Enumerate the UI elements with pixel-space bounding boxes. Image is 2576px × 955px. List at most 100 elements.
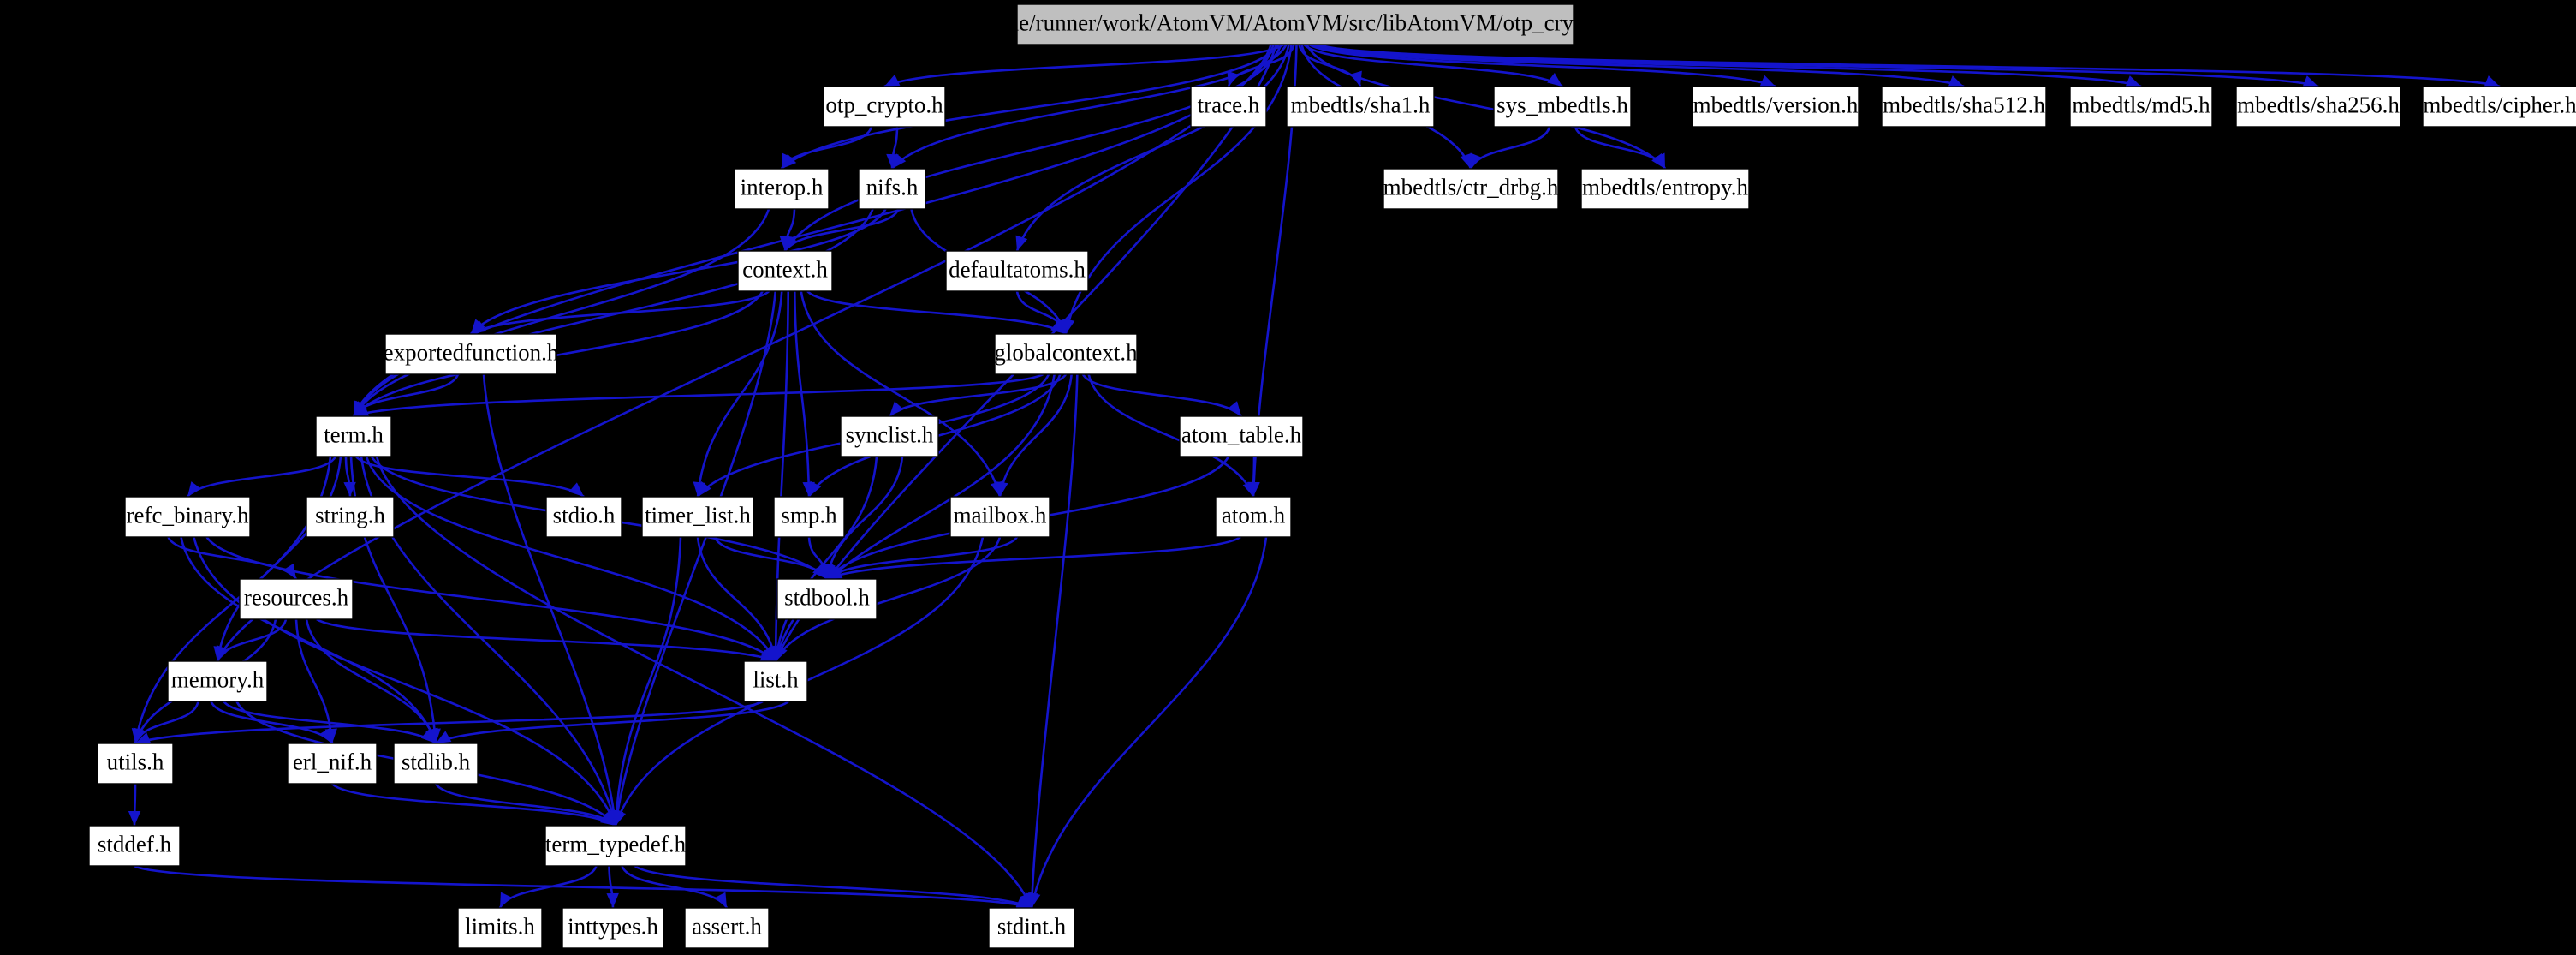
edge-line xyxy=(1030,536,1268,909)
edge-globalcontext_h-to-atom_table_h xyxy=(1081,373,1243,417)
node-label: timer_list.h xyxy=(645,503,751,528)
graph-node-defaultatoms_h[interactable]: defaultatoms.h xyxy=(945,250,1089,292)
graph-node-mbedtls_cipher_h[interactable]: mbedtls/cipher.h xyxy=(2422,86,2576,128)
graph-node-stdlib_h[interactable]: stdlib.h xyxy=(393,743,479,785)
graph-node-nifs_h[interactable]: nifs.h xyxy=(858,168,926,210)
node-label: stddef.h xyxy=(98,832,172,857)
node-label: mbedtls/md5.h xyxy=(2072,93,2210,118)
graph-node-exportedfunction_h[interactable]: exportedfunction.h xyxy=(384,333,559,375)
node-label: otp_crypto.h xyxy=(825,93,943,118)
node-label: mbedtls/sha1.h xyxy=(1291,93,1431,118)
node-label: nifs.h xyxy=(866,175,919,200)
graph-node-otp_crypto_c[interactable]: /home/runner/work/AtomVM/AtomVM/src/libA… xyxy=(972,3,1620,45)
graph-node-atom_table_h[interactable]: atom_table.h xyxy=(1179,415,1304,457)
node-label: globalcontext.h xyxy=(994,340,1138,366)
graph-node-refc_binary_h[interactable]: refc_binary.h xyxy=(124,496,251,538)
node-label: context.h xyxy=(742,257,828,283)
graph-node-stddef_h[interactable]: stddef.h xyxy=(88,825,181,867)
graph-node-utils_h[interactable]: utils.h xyxy=(97,743,174,785)
node-label: inttypes.h xyxy=(568,914,658,940)
edge-resources_h-to-erl_nif_h xyxy=(294,618,337,744)
node-label: utils.h xyxy=(107,749,164,775)
edge-arrowhead-icon xyxy=(2302,75,2318,87)
node-label: trace.h xyxy=(1198,93,1260,118)
node-label: mbedtls/version.h xyxy=(1693,93,1859,118)
node-label: resources.h xyxy=(244,585,349,611)
edge-memory_h-to-erl_nif_h xyxy=(210,701,334,744)
edge-arrowhead-icon xyxy=(714,892,727,908)
edge-timer_list_h-to-term_typedef_h xyxy=(610,536,682,827)
graph-canvas: /home/runner/work/AtomVM/AtomVM/src/libA… xyxy=(88,3,2576,949)
graph-node-string_h[interactable]: string.h xyxy=(306,496,395,538)
graph-node-synclist_h[interactable]: synclist.h xyxy=(840,415,939,457)
node-label: assert.h xyxy=(692,914,762,940)
graph-node-mbedtls_sha1_h[interactable]: mbedtls/sha1.h xyxy=(1286,86,1435,128)
graph-node-mailbox_h[interactable]: mailbox.h xyxy=(949,496,1050,538)
graph-node-mbedtls_entropy_h[interactable]: mbedtls/entropy.h xyxy=(1580,168,1750,210)
graph-node-atom_h[interactable]: atom.h xyxy=(1215,496,1292,538)
edge-globalcontext_h-to-stdint_h xyxy=(1026,373,1079,909)
graph-node-stdio_h[interactable]: stdio.h xyxy=(545,496,622,538)
graph-node-mbedtls_ctr_drbg_h[interactable]: mbedtls/ctr_drbg.h xyxy=(1383,168,1559,210)
graph-node-term_typedef_h[interactable]: term_typedef.h xyxy=(544,825,687,867)
graph-node-memory_h[interactable]: memory.h xyxy=(167,660,268,702)
edge-line xyxy=(806,290,1067,336)
graph-node-assert_h[interactable]: assert.h xyxy=(684,907,770,949)
graph-node-smp_h[interactable]: smp.h xyxy=(773,496,845,538)
edge-line xyxy=(1318,43,2501,88)
edge-term_typedef_h-to-stdint_h xyxy=(634,864,1032,910)
graph-node-timer_list_h[interactable]: timer_list.h xyxy=(641,496,754,538)
node-label: mbedtls/sha512.h xyxy=(1883,93,2045,118)
node-label: atom_table.h xyxy=(1181,422,1302,448)
edge-arrowhead-icon xyxy=(1460,152,1472,169)
edge-term_h-to-stdio_h xyxy=(354,456,585,498)
graph-node-limits_h[interactable]: limits.h xyxy=(457,907,543,949)
edge-line xyxy=(1081,373,1243,417)
edge-line xyxy=(1030,373,1079,909)
graph-node-sys_mbedtls_h[interactable]: sys_mbedtls.h xyxy=(1493,86,1632,128)
edge-refc_binary_h-to-stdlib_h xyxy=(180,536,437,744)
graph-node-list_h[interactable]: list.h xyxy=(743,660,808,702)
edge-line xyxy=(353,373,1044,418)
graph-node-stdint_h[interactable]: stdint.h xyxy=(988,907,1075,949)
edge-line xyxy=(180,536,437,744)
graph-node-inttypes_h[interactable]: inttypes.h xyxy=(562,907,664,949)
edge-arrowhead-icon xyxy=(2484,75,2500,87)
node-label: interop.h xyxy=(741,175,824,200)
graph-node-mbedtls_sha256_h[interactable]: mbedtls/sha256.h xyxy=(2235,86,2401,128)
edge-line xyxy=(793,290,811,498)
edge-line xyxy=(331,783,616,827)
node-label: stdint.h xyxy=(997,914,1067,940)
graph-node-mbedtls_sha512_h[interactable]: mbedtls/sha512.h xyxy=(1881,86,2047,128)
graph-node-mbedtls_md5_h[interactable]: mbedtls/md5.h xyxy=(2069,86,2213,128)
edge-line xyxy=(614,536,682,827)
node-label: mbedtls/entropy.h xyxy=(1582,175,1748,200)
graph-node-context_h[interactable]: context.h xyxy=(737,250,833,292)
graph-node-mbedtls_version_h[interactable]: mbedtls/version.h xyxy=(1692,86,1859,128)
edge-term_h-to-refc_binary_h xyxy=(186,456,337,498)
node-label: atom.h xyxy=(1222,503,1286,528)
node-label: string.h xyxy=(315,503,385,528)
graph-node-otp_crypto_h[interactable]: otp_crypto.h xyxy=(823,86,946,128)
edge-globalcontext_h-to-synclist_h xyxy=(889,373,1068,417)
edge-line xyxy=(826,535,1241,581)
graph-node-trace_h[interactable]: trace.h xyxy=(1190,86,1267,128)
edge-arrowhead-icon xyxy=(884,74,901,87)
include-dependency-graph: /home/runner/work/AtomVM/AtomVM/src/libA… xyxy=(0,0,2576,955)
graph-node-interop_h[interactable]: interop.h xyxy=(734,168,830,210)
graph-node-term_h[interactable]: term.h xyxy=(315,415,392,457)
edge-arrowhead-icon xyxy=(889,401,904,416)
graph-node-resources_h[interactable]: resources.h xyxy=(239,578,354,620)
edge-line xyxy=(614,290,777,827)
edge-line xyxy=(1574,126,1667,170)
edge-line xyxy=(354,456,585,498)
edge-line xyxy=(186,456,337,498)
graph-node-globalcontext_h[interactable]: globalcontext.h xyxy=(994,333,1138,375)
node-label: term.h xyxy=(324,422,384,448)
node-label: stdlib.h xyxy=(402,749,471,775)
edge-atom_h-to-stdbool_h xyxy=(826,535,1241,581)
graph-node-stdbool_h[interactable]: stdbool.h xyxy=(776,578,878,620)
edge-sys_mbedtls_h-to-mbedtls_ctr_drbg_h xyxy=(1469,126,1551,170)
graph-node-erl_nif_h[interactable]: erl_nif.h xyxy=(287,743,378,785)
edge-otp_crypto_c-to-mbedtls_sha256_h xyxy=(1316,43,2319,88)
